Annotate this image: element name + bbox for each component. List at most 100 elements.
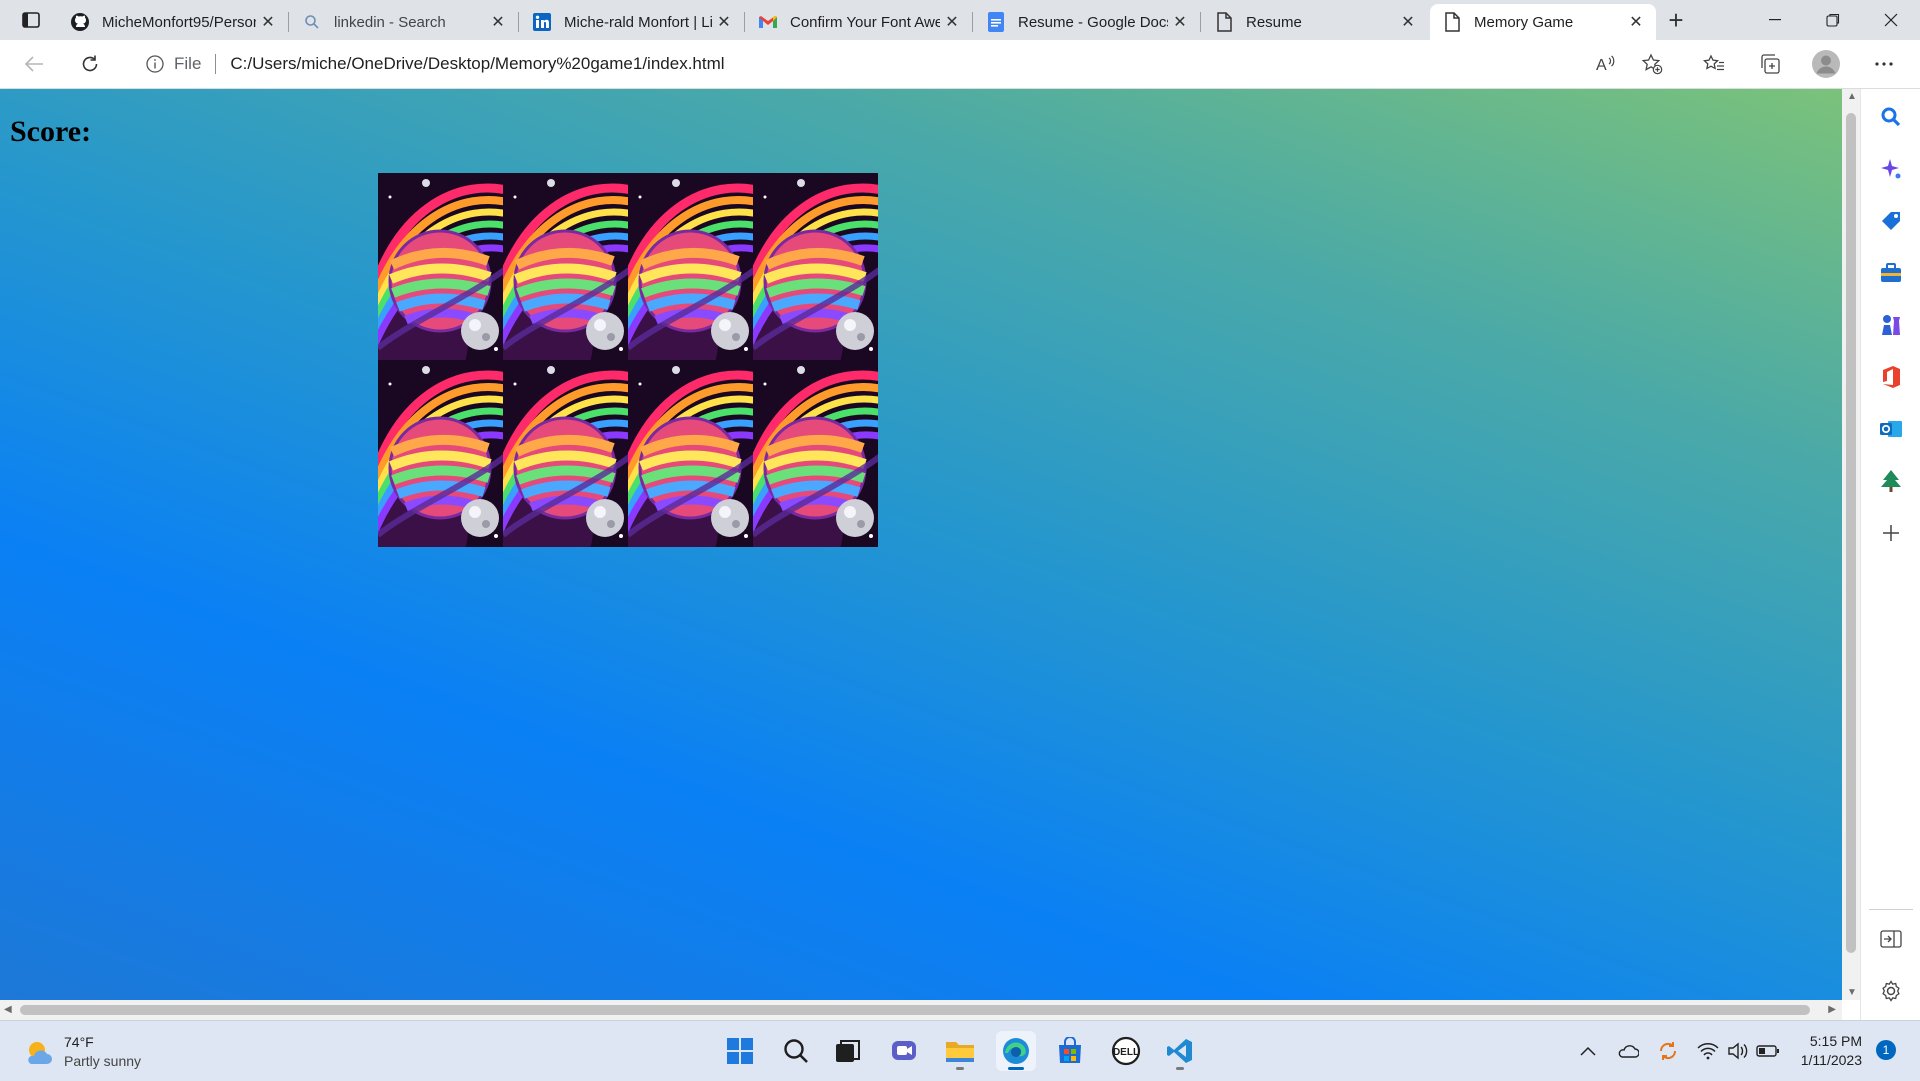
tab-separator: [288, 12, 289, 32]
task-view-icon[interactable]: [828, 1031, 868, 1071]
memory-card[interactable]: [628, 173, 753, 360]
tab-gmail[interactable]: Confirm Your Font Awesome ✕: [746, 4, 972, 40]
tab-title: Memory Game: [1474, 13, 1574, 31]
edge-browser-icon[interactable]: [996, 1031, 1036, 1071]
minimize-button[interactable]: [1746, 0, 1804, 40]
dell-icon[interactable]: DELL: [1106, 1031, 1146, 1071]
read-aloud-icon[interactable]: A: [1590, 48, 1622, 80]
discover-sparkle-icon[interactable]: [1877, 155, 1905, 183]
profile-avatar[interactable]: [1810, 48, 1842, 80]
wifi-icon[interactable]: [1696, 1039, 1720, 1063]
vertical-scrollbar[interactable]: ▲ ▼: [1842, 89, 1860, 1000]
microsoft-store-icon[interactable]: [1050, 1031, 1090, 1071]
rainbow-planet-card-back-icon: [753, 173, 878, 360]
tree-icon[interactable]: [1877, 467, 1905, 495]
tools-briefcase-icon[interactable]: [1877, 259, 1905, 287]
search-icon[interactable]: [1877, 103, 1905, 131]
sidebar-divider: [1869, 909, 1913, 910]
running-indicator: [1176, 1067, 1184, 1070]
weather-widget[interactable]: 74°F Partly sunny: [24, 1033, 141, 1071]
new-tab-button[interactable]: +: [1660, 5, 1692, 35]
tab-close-icon[interactable]: ✕: [1168, 10, 1192, 34]
games-chess-icon[interactable]: [1877, 311, 1905, 339]
tab-separator: [518, 12, 519, 32]
memory-card[interactable]: [503, 360, 628, 547]
tab-close-icon[interactable]: ✕: [486, 10, 510, 34]
shopping-tag-icon[interactable]: [1877, 207, 1905, 235]
tab-close-icon[interactable]: ✕: [1624, 10, 1648, 34]
scroll-up-icon[interactable]: ▲: [1847, 91, 1857, 102]
collections-icon[interactable]: [1754, 48, 1786, 80]
page-viewport: Score:: [0, 89, 1842, 1020]
taskbar-search-icon[interactable]: [776, 1031, 816, 1071]
more-options-icon[interactable]: [1868, 48, 1900, 80]
tab-separator: [744, 12, 745, 32]
rainbow-planet-card-back-icon: [628, 173, 753, 360]
tab-linkedin-profile[interactable]: Miche-rald Monfort | LinkedIn ✕: [520, 4, 744, 40]
url-text[interactable]: C:/Users/miche/OneDrive/Desktop/Memory%2…: [230, 54, 724, 74]
address-separator: [215, 54, 217, 74]
tab-resume[interactable]: Resume ✕: [1202, 4, 1428, 40]
search-icon: [302, 12, 322, 32]
close-window-button[interactable]: [1862, 0, 1920, 40]
tab-memory-game[interactable]: Memory Game ✕: [1430, 4, 1656, 40]
scroll-down-icon[interactable]: ▼: [1847, 987, 1857, 998]
start-button[interactable]: [720, 1031, 760, 1071]
show-hidden-icons-chevron-icon[interactable]: [1576, 1039, 1600, 1063]
teams-chat-icon[interactable]: [884, 1031, 924, 1071]
add-sidebar-app-icon[interactable]: [1877, 519, 1905, 547]
tab-separator: [1200, 12, 1201, 32]
horizontal-scrollbar-thumb[interactable]: [20, 1005, 1810, 1015]
tab-actions-menu-icon[interactable]: [12, 7, 50, 33]
back-button[interactable]: [18, 48, 50, 80]
rainbow-planet-card-back-icon: [378, 360, 503, 547]
scroll-right-icon[interactable]: ▶: [1828, 1004, 1836, 1015]
tab-close-icon[interactable]: ✕: [712, 10, 736, 34]
edge-sidebar: [1860, 89, 1920, 1020]
clock-date: 1/11/2023: [1800, 1052, 1862, 1068]
horizontal-scrollbar[interactable]: ◀ ▶: [0, 1000, 1842, 1020]
hide-sidebar-icon[interactable]: [1877, 925, 1905, 953]
system-clock[interactable]: 5:15 PM 1/11/2023: [1786, 1032, 1862, 1070]
tab-close-icon[interactable]: ✕: [940, 10, 964, 34]
tab-title: MicheMonfort95/Personal: [102, 13, 256, 31]
address-bar[interactable]: File C:/Users/miche/OneDrive/Desktop/Mem…: [124, 46, 1680, 82]
memory-card[interactable]: [378, 173, 503, 360]
tab-close-icon[interactable]: ✕: [256, 10, 280, 34]
gmail-icon: [758, 12, 778, 32]
site-info-label[interactable]: File: [174, 54, 201, 74]
rainbow-planet-card-back-icon: [753, 360, 878, 547]
memory-card[interactable]: [628, 360, 753, 547]
notification-badge[interactable]: 1: [1876, 1040, 1896, 1060]
windows-taskbar: 74°F Partly sunny DELL 5:15 PM 1/11/2023…: [0, 1020, 1920, 1081]
memory-card[interactable]: [503, 173, 628, 360]
settings-gear-icon[interactable]: [1877, 977, 1905, 1005]
tab-title: Confirm Your Font Awesome: [790, 13, 940, 31]
tab-github[interactable]: MicheMonfort95/Personal ✕: [58, 4, 288, 40]
rainbow-planet-card-back-icon: [628, 360, 753, 547]
memory-card[interactable]: [753, 360, 878, 547]
vscode-icon[interactable]: [1160, 1031, 1200, 1071]
refresh-button[interactable]: [74, 48, 106, 80]
info-icon[interactable]: [146, 55, 164, 73]
restore-button[interactable]: [1804, 0, 1862, 40]
clock-time: 5:15 PM: [1809, 1033, 1862, 1049]
volume-icon[interactable]: [1726, 1039, 1750, 1063]
scroll-left-icon[interactable]: ◀: [4, 1004, 12, 1015]
battery-icon[interactable]: [1756, 1039, 1780, 1063]
office-icon[interactable]: [1877, 363, 1905, 391]
tab-close-icon[interactable]: ✕: [1396, 10, 1420, 34]
onedrive-cloud-icon[interactable]: [1616, 1039, 1640, 1063]
outlook-icon[interactable]: [1877, 415, 1905, 443]
add-favorite-icon[interactable]: [1636, 48, 1668, 80]
favorites-icon[interactable]: [1698, 48, 1730, 80]
vertical-scrollbar-thumb[interactable]: [1846, 113, 1856, 953]
memory-card[interactable]: [753, 173, 878, 360]
weather-condition: Partly sunny: [64, 1053, 142, 1069]
sync-update-icon[interactable]: [1656, 1039, 1680, 1063]
memory-card[interactable]: [378, 360, 503, 547]
file-explorer-icon[interactable]: [940, 1031, 980, 1071]
tab-google-docs[interactable]: Resume - Google Docs ✕: [974, 4, 1200, 40]
tab-linkedin-search[interactable]: linkedin - Search ✕: [290, 4, 518, 40]
page-icon: [1442, 12, 1462, 32]
